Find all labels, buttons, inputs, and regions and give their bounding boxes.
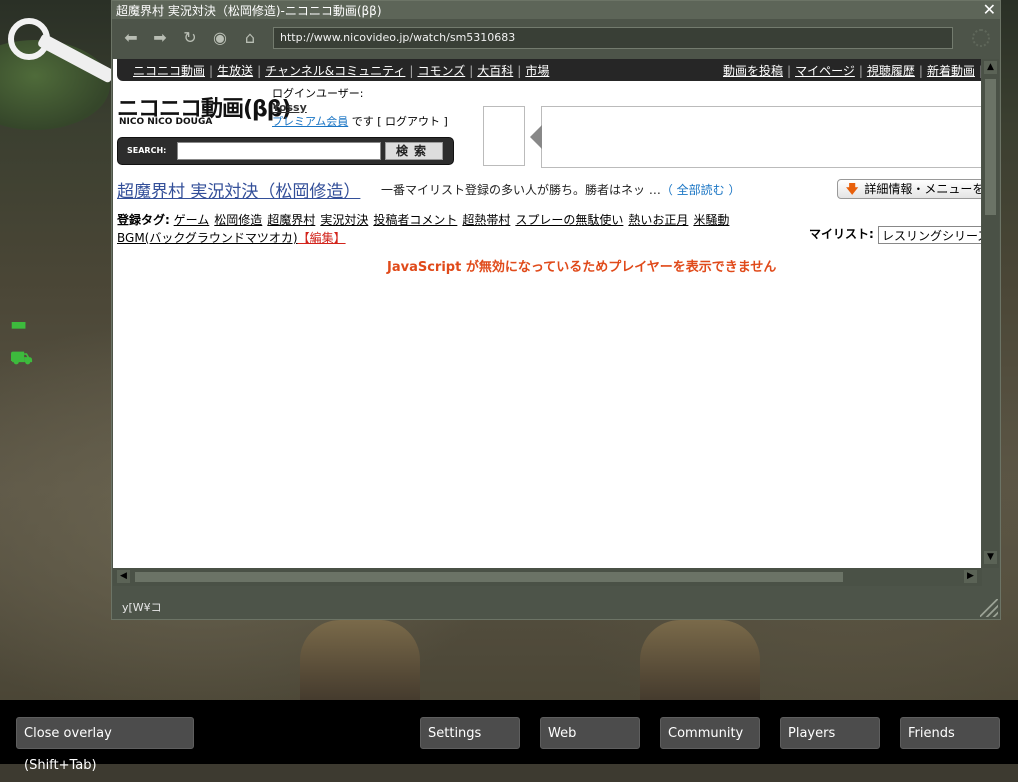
menu-link-niconico[interactable]: ニコニコ動画	[133, 64, 205, 78]
forward-icon[interactable]: ➡	[150, 28, 170, 48]
tags-label: 登録タグ:	[117, 213, 170, 227]
tag-link[interactable]: 米騒動	[693, 213, 729, 227]
menu-link-live[interactable]: 生放送	[217, 64, 253, 78]
player-right-hand	[640, 620, 760, 710]
tag-link[interactable]: 熱いお正月	[628, 213, 688, 227]
tag-link[interactable]: スプレーの無駄使い	[515, 213, 623, 227]
video-description: 一番マイリスト登録の多い人が勝ち。勝者はネッ …（ 全部読む ）	[381, 181, 740, 198]
scroll-down-icon[interactable]: ▼	[984, 551, 997, 564]
reload-icon[interactable]: ↻	[180, 28, 200, 48]
premium-link[interactable]: プレミアム会員	[272, 115, 348, 128]
window-title: 超魔界村 実況対決（松岡修造)-ニコニコ動画(ββ)	[116, 4, 382, 18]
vertical-scroll-thumb[interactable]	[985, 79, 996, 215]
detail-menu-label: 詳細情報・メニューを	[864, 182, 981, 196]
player-left-hand	[300, 620, 420, 710]
mylist-select[interactable]: レスリングシリーズ	[878, 225, 981, 244]
search-button[interactable]: 検索	[385, 142, 443, 160]
video-title[interactable]: 超魔界村 実況対決（松岡修造）	[117, 177, 360, 202]
detail-menu-button[interactable]: 🡇 詳細情報・メニューを	[837, 179, 981, 199]
mylist-selector: マイリスト: レスリングシリーズ	[809, 225, 981, 244]
arrow-down-icon: 🡇	[846, 182, 859, 196]
tag-list: 登録タグ: ゲーム 松岡修造 超魔界村 実況対決 投稿者コメント 超熱帯村 スプレーの無駄使…	[117, 211, 757, 247]
search-label: SEARCH:	[127, 146, 167, 155]
user-name-link[interactable]: Yossy	[272, 101, 307, 114]
horizontal-scrollbar[interactable]: ◀ ▶	[113, 568, 982, 586]
browser-toolbar: ⬅ ➡ ↻ ◉ ⌂ http://www.nicovideo.jp/watch/…	[112, 19, 1000, 59]
window-titlebar: 超魔界村 実況対決（松岡修造)-ニコニコ動画(ββ) ✕	[112, 0, 1000, 19]
search-bar: SEARCH: 検索	[117, 137, 454, 165]
tag-link[interactable]: ゲーム	[174, 213, 210, 227]
menu-link-new-videos[interactable]: 新着動画	[927, 64, 975, 78]
menu-link-market[interactable]: 市場	[525, 64, 549, 78]
web-button[interactable]: Web	[540, 717, 640, 749]
menu-link-channel[interactable]: チャンネル&コミュニティ	[265, 64, 405, 78]
ad-small-box	[483, 106, 525, 166]
resize-grip-icon[interactable]	[980, 599, 998, 617]
money-icon: ▬	[10, 314, 28, 335]
close-icon[interactable]: ✕	[983, 0, 996, 19]
menu-link-encyclopedia[interactable]: 大百科	[477, 64, 513, 78]
site-logo[interactable]: ニコニコ動画(ββ) NICO NICO DOUGA	[117, 89, 292, 131]
scroll-up-icon[interactable]: ▲	[984, 61, 997, 74]
page-viewport: ニコニコ動画 | 生放送 | チャンネル&コミュニティ | コモンズ | 大百科 | 市場 動画を投…	[113, 59, 981, 568]
horizontal-scroll-thumb[interactable]	[135, 572, 843, 582]
menu-link-history[interactable]: 視聴履歴	[867, 64, 915, 78]
scroll-left-icon[interactable]: ◀	[117, 570, 130, 583]
read-all-link[interactable]: （ 全部読む ）	[661, 183, 741, 197]
user-info: ログインユーザー: Yossy プレミアム会員 です [ ログアウト ]	[272, 87, 448, 129]
tag-link[interactable]: 超熱帯村	[462, 213, 510, 227]
settings-button[interactable]: Settings	[420, 717, 520, 749]
logo-sub: NICO NICO DOUGA	[119, 117, 213, 127]
ad-banner	[530, 106, 981, 168]
menu-link-mypage[interactable]: マイページ	[795, 64, 855, 78]
status-text: y[W¥コ	[122, 601, 162, 614]
mylist-label: マイリスト:	[809, 227, 874, 241]
user-suffix: です	[351, 115, 374, 128]
web-browser-window: 超魔界村 実況対決（松岡修造)-ニコニコ動画(ββ) ✕ ⬅ ➡ ↻ ◉ ⌂ h…	[111, 0, 1001, 620]
url-field[interactable]: http://www.nicovideo.jp/watch/sm5310683	[273, 27, 953, 49]
loading-icon	[972, 29, 990, 47]
site-menu-right: 動画を投稿|マイページ|視聴履歴|新着動画|ラ	[723, 64, 981, 78]
ad-arrow-icon	[530, 125, 542, 149]
stop-icon[interactable]: ◉	[210, 28, 230, 48]
site-menu-left: ニコニコ動画 | 生放送 | チャンネル&コミュニティ | コモンズ | 大百科 | 市場	[133, 64, 550, 78]
tag-link[interactable]: BGM(バックグラウンドマツオカ)	[117, 231, 298, 245]
search-input[interactable]	[177, 142, 381, 160]
logout-link[interactable]: [ ログアウト ]	[377, 115, 448, 128]
browser-statusbar: y[W¥コ	[112, 590, 1000, 619]
back-icon[interactable]: ⬅	[121, 28, 141, 48]
buy-cart-icon: ⛟	[10, 348, 33, 369]
tag-link[interactable]: 実況対決	[320, 213, 368, 227]
edit-tags-link[interactable]: 【編集】	[298, 231, 346, 245]
user-label: ログインユーザー:	[272, 87, 364, 100]
vertical-scrollbar[interactable]: ▲ ▼	[982, 59, 999, 568]
players-button[interactable]: Players	[780, 717, 880, 749]
community-button[interactable]: Community	[660, 717, 760, 749]
description-text: 一番マイリスト登録の多い人が勝ち。勝者はネッ …	[381, 183, 661, 197]
close-overlay-button[interactable]: Close overlay (Shift+Tab)	[16, 717, 194, 773]
scroll-right-icon[interactable]: ▶	[964, 570, 977, 583]
player-error-message: JavaScript が無効になっているためプレイヤーを表示できません	[387, 260, 777, 275]
menu-link-upload[interactable]: 動画を投稿	[723, 64, 783, 78]
tag-link[interactable]: 松岡修造	[214, 213, 262, 227]
site-menu-bar: ニコニコ動画 | 生放送 | チャンネル&コミュニティ | コモンズ | 大百科 | 市場 動画を投…	[117, 59, 981, 81]
menu-link-commons[interactable]: コモンズ	[417, 64, 465, 78]
tag-link[interactable]: 投稿者コメント	[373, 213, 457, 227]
tag-link[interactable]: 超魔界村	[267, 213, 315, 227]
friends-button[interactable]: Friends	[900, 717, 1000, 749]
home-icon[interactable]: ⌂	[240, 28, 260, 48]
